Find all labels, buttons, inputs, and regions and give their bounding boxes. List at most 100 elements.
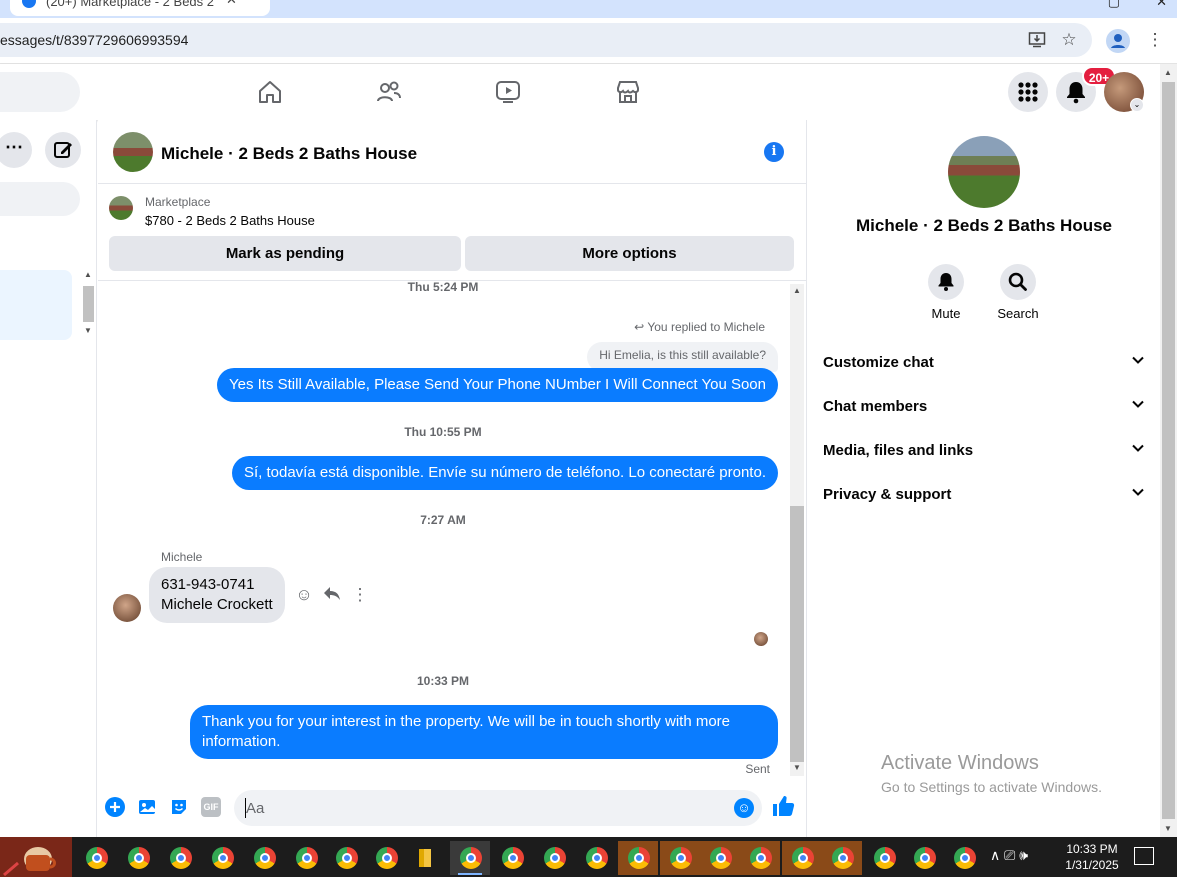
new-message-icon[interactable]: [45, 132, 81, 168]
chrome-taskbar-icon-highlighted[interactable]: [660, 841, 700, 875]
replied-note-text: You replied to Michele: [647, 320, 765, 334]
chrome-taskbar-icon[interactable]: [944, 841, 984, 875]
file-explorer-icon[interactable]: [406, 841, 446, 875]
install-app-icon[interactable]: [1027, 30, 1047, 50]
home-icon[interactable]: [256, 78, 284, 106]
chrome-taskbar-icon[interactable]: [76, 841, 116, 875]
chevron-down-icon: [1131, 441, 1145, 458]
gif-icon[interactable]: GIF: [201, 797, 221, 817]
chrome-taskbar-icon[interactable]: [576, 841, 616, 875]
section-label: Privacy & support: [823, 486, 952, 503]
page-scroll-down-arrow-icon[interactable]: ▼: [1164, 824, 1172, 833]
conversation-title[interactable]: Michele · 2 Beds 2 Baths House: [161, 144, 417, 164]
search-label[interactable]: Search: [978, 306, 1058, 321]
activate-windows-watermark: Activate Windows Go to Settings to activ…: [881, 752, 1102, 795]
listing-title[interactable]: $780 - 2 Beds 2 Baths House: [145, 213, 315, 228]
details-avatar[interactable]: [948, 136, 1020, 208]
listing-thumbnail[interactable]: [109, 196, 133, 220]
info-icon[interactable]: i: [764, 142, 784, 162]
chrome-taskbar-icon[interactable]: [864, 841, 904, 875]
network-icon[interactable]: ⎚: [1004, 847, 1015, 863]
chrome-taskbar-icon-highlighted[interactable]: [740, 841, 780, 875]
chrome-profile-taskbar-icon[interactable]: [366, 841, 406, 875]
chrome-taskbar-icon-highlighted[interactable]: [618, 841, 658, 875]
scroll-thumb[interactable]: [83, 286, 94, 322]
marketplace-icon[interactable]: [614, 78, 642, 106]
bookmark-star-icon[interactable]: ☆: [1059, 30, 1079, 50]
chevron-down-icon: [1131, 485, 1145, 502]
marketplace-label: Marketplace: [145, 195, 211, 209]
chrome-taskbar-icon[interactable]: [160, 841, 200, 875]
chrome-taskbar-icon-highlighted[interactable]: [782, 841, 822, 875]
messages-scrollbar-thumb[interactable]: [790, 506, 804, 762]
chat-list-scrollbar[interactable]: ▲ ▼: [82, 270, 95, 340]
restore-icon[interactable]: ▢: [1108, 0, 1120, 9]
chrome-taskbar-icon[interactable]: [534, 841, 574, 875]
outgoing-message[interactable]: Yes Its Still Available, Please Send You…: [216, 368, 778, 402]
search-icon[interactable]: [1000, 264, 1036, 300]
more-menu-icon[interactable]: ⋮: [1145, 30, 1165, 50]
url-text[interactable]: essages/t/8397729606993594: [0, 32, 188, 48]
chrome-taskbar-icon[interactable]: [286, 841, 326, 875]
page-scroll-up-arrow-icon[interactable]: ▲: [1164, 68, 1172, 77]
page-scrollbar-thumb[interactable]: [1162, 82, 1175, 819]
scroll-up-arrow-icon[interactable]: ▲: [84, 270, 92, 279]
active-chat-list-item[interactable]: [0, 270, 72, 340]
menu-grid-icon[interactable]: [1008, 72, 1048, 112]
address-bar[interactable]: essages/t/8397729606993594: [0, 23, 1092, 57]
scroll-down-arrow-icon[interactable]: ▼: [793, 763, 801, 772]
outgoing-message[interactable]: Thank you for your interest in the prope…: [190, 705, 778, 759]
mute-label[interactable]: Mute: [906, 306, 986, 321]
taskbar-clock[interactable]: 10:33 PM 1/31/2025: [1060, 841, 1124, 873]
facebook-search-field[interactable]: [0, 72, 80, 112]
react-emoji-icon[interactable]: ☺: [294, 585, 314, 605]
chrome-taskbar-icon[interactable]: [904, 841, 944, 875]
outgoing-message[interactable]: Sí, todavía está disponible. Envíe su nú…: [231, 456, 778, 490]
action-center-icon[interactable]: [1134, 847, 1154, 865]
attach-image-icon[interactable]: [137, 797, 157, 817]
chrome-taskbar-icon-active[interactable]: [450, 841, 490, 875]
more-options-icon[interactable]: ⋯: [0, 132, 32, 168]
privacy-support-section[interactable]: Privacy & support: [823, 472, 1145, 516]
more-actions-icon[interactable]: ⋮: [350, 585, 370, 605]
chrome-taskbar-icon-highlighted[interactable]: [822, 841, 862, 875]
emoji-icon[interactable]: ☺: [734, 798, 754, 818]
chrome-taskbar-icon-highlighted[interactable]: [700, 841, 740, 875]
sticker-icon[interactable]: [169, 797, 189, 817]
chrome-taskbar-icon[interactable]: [202, 841, 242, 875]
volume-icon[interactable]: 🕪: [1019, 847, 1028, 863]
incoming-message[interactable]: 631-943-0741 Michele Crockett: [149, 567, 285, 623]
mute-bell-icon[interactable]: [928, 264, 964, 300]
message-input[interactable]: Aa ☺: [234, 790, 762, 826]
chrome-taskbar-icon[interactable]: [118, 841, 158, 875]
thumbs-up-like-icon[interactable]: [770, 794, 796, 820]
chrome-taskbar-icon[interactable]: [492, 841, 532, 875]
tray-chevron-up-icon[interactable]: ∧: [990, 847, 1000, 863]
scroll-down-arrow-icon[interactable]: ▼: [84, 326, 92, 335]
video-icon[interactable]: [494, 78, 522, 106]
tab-close-icon[interactable]: ✕: [226, 0, 237, 8]
customize-chat-section[interactable]: Customize chat: [823, 340, 1145, 384]
account-chevron-icon[interactable]: ⌄: [1130, 98, 1144, 112]
mark-as-pending-button[interactable]: Mark as pending: [109, 236, 461, 271]
more-options-button[interactable]: More options: [465, 236, 794, 271]
friends-icon[interactable]: [375, 78, 403, 106]
tab-title[interactable]: (20+) Marketplace - 2 Beds 2 B...: [46, 0, 216, 9]
chrome-icon: [502, 847, 524, 869]
system-tray: ∧ ⎚ 🕪: [990, 847, 1028, 864]
seen-receipt-avatar: [754, 632, 768, 646]
add-more-icon[interactable]: [105, 797, 125, 817]
conversation-avatar[interactable]: [113, 132, 153, 172]
search-messenger-field[interactable]: [0, 182, 80, 216]
reply-icon[interactable]: [322, 585, 342, 605]
close-window-icon[interactable]: ✕: [1156, 0, 1167, 9]
media-files-links-section[interactable]: Media, files and links: [823, 428, 1145, 472]
profile-icon[interactable]: [1106, 29, 1130, 53]
scroll-up-arrow-icon[interactable]: ▲: [793, 286, 801, 295]
chat-members-section[interactable]: Chat members: [823, 384, 1145, 428]
start-button[interactable]: [0, 837, 72, 877]
sender-avatar[interactable]: [113, 594, 141, 622]
section-label: Media, files and links: [823, 442, 974, 459]
chrome-taskbar-icon[interactable]: [244, 841, 284, 875]
chrome-taskbar-icon[interactable]: [326, 841, 366, 875]
